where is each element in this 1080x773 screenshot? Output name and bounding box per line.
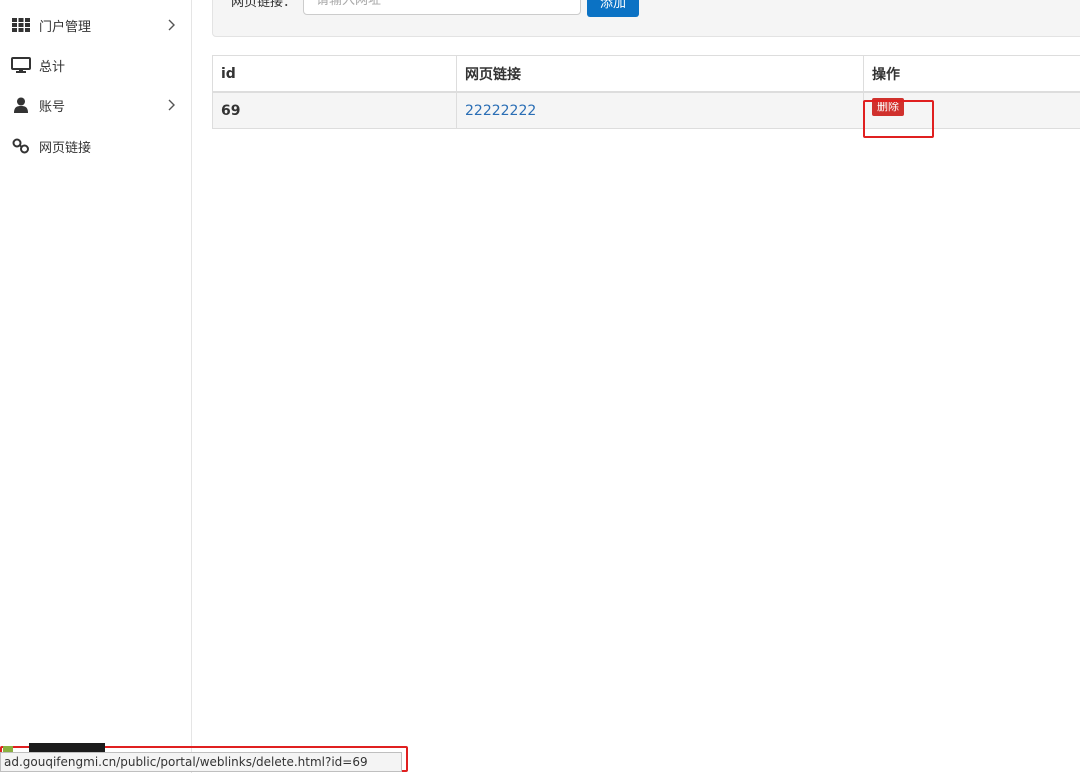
row-link[interactable]: 22222222	[465, 103, 536, 119]
column-header-link: 网页链接	[456, 55, 864, 93]
table-row: 69 22222222 删除	[212, 91, 1080, 129]
add-link-form: 网页链接： 添加	[212, 0, 1080, 37]
link-url-input[interactable]	[303, 0, 581, 15]
table-header-row: id 网页链接 操作	[212, 55, 1080, 93]
chevron-right-icon	[166, 95, 178, 115]
link-icon	[11, 136, 31, 156]
grid-icon	[11, 15, 31, 35]
sidebar-item-web-links[interactable]: 网页链接	[0, 126, 191, 166]
sidebar-item-total[interactable]: 总计	[0, 45, 191, 85]
sidebar-item-label: 门户管理	[39, 19, 92, 35]
link-field-label: 网页链接：	[231, 0, 297, 10]
row-id: 69	[221, 102, 241, 119]
chevron-right-icon	[166, 15, 178, 35]
sidebar-item-account[interactable]: 账号	[0, 85, 191, 125]
links-table: id 网页链接 操作 69 22222222 删除	[212, 55, 1080, 129]
cell-actions: 删除	[863, 91, 1080, 129]
sidebar-item-portal-management[interactable]: 门户管理	[0, 5, 191, 45]
status-bar-url: ad.gouqifengmi.cn/public/portal/weblinks…	[0, 752, 402, 772]
cell-id: 69	[212, 91, 457, 129]
column-header-actions: 操作	[863, 55, 1080, 93]
delete-button[interactable]: 删除	[872, 97, 904, 116]
user-icon	[11, 95, 31, 115]
cell-link: 22222222	[456, 91, 864, 129]
add-button[interactable]: 添加	[587, 0, 639, 17]
taskbar-fragment	[29, 743, 105, 752]
sidebar: 门户管理 总计 账号 网页链接	[0, 0, 192, 773]
column-header-id: id	[212, 55, 457, 93]
sidebar-item-label: 网页链接	[39, 140, 92, 156]
sidebar-item-label: 总计	[39, 59, 66, 75]
sidebar-item-label: 账号	[39, 99, 66, 115]
monitor-icon	[11, 55, 31, 75]
